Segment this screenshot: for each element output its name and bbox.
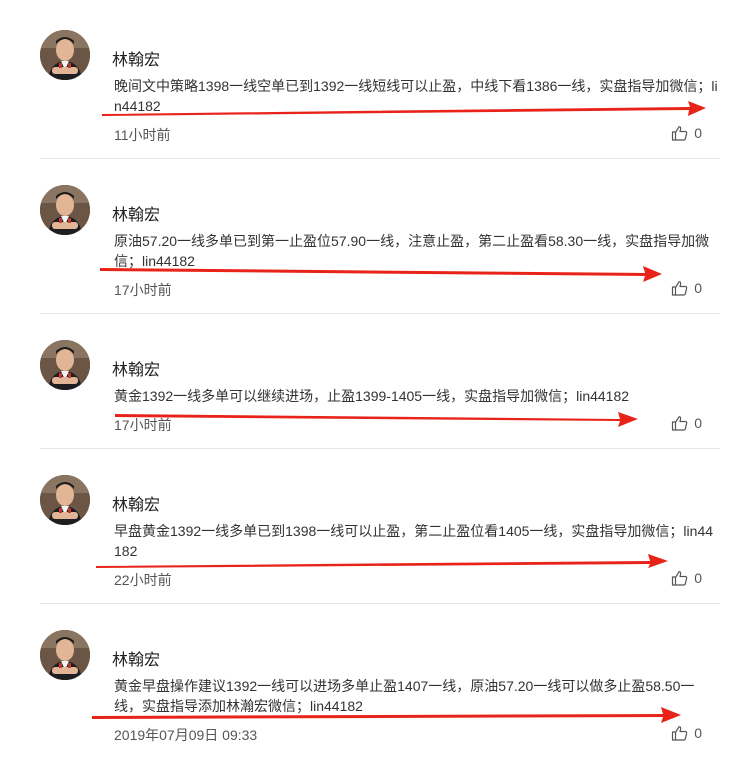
author-name[interactable]: 林翰宏 (112, 46, 160, 70)
like-button[interactable]: 0 (671, 415, 702, 431)
comment-time: 17小时前 (114, 282, 172, 298)
like-button[interactable]: 0 (671, 725, 702, 741)
divider (40, 158, 720, 159)
like-button[interactable]: 0 (671, 570, 702, 586)
avatar[interactable] (40, 185, 90, 235)
avatar[interactable] (40, 630, 90, 680)
author-name[interactable]: 林翰宏 (112, 491, 160, 515)
comment-time: 22小时前 (114, 572, 172, 588)
avatar[interactable] (40, 475, 90, 525)
like-button[interactable]: 0 (671, 280, 702, 296)
comment-time: 11小时前 (114, 127, 171, 143)
comment-item: 林翰宏 原油57.20一线多单已到第一止盈位57.90一线，注意止盈，第二止盈看… (40, 185, 720, 315)
like-count: 0 (694, 570, 702, 586)
thumbs-up-icon (671, 725, 688, 741)
like-count: 0 (694, 280, 702, 296)
comment-time: 2019年07月09日 09:33 (114, 727, 258, 743)
divider (40, 603, 720, 604)
comment-item: 林翰宏 黄金早盘操作建议1392一线可以进场多单止盈1407一线，原油57.20… (40, 630, 720, 760)
avatar[interactable] (40, 30, 90, 80)
thumbs-up-icon (671, 125, 688, 141)
comment-text: 黄金早盘操作建议1392一线可以进场多单止盈1407一线，原油57.20一线可以… (114, 678, 695, 714)
comment-text: 原油57.20一线多单已到第一止盈位57.90一线，注意止盈，第二止盈看58.3… (114, 233, 710, 269)
comment-text: 晚间文中策略1398一线空单已到1392一线短线可以止盈，中线下看1386一线，… (114, 78, 718, 114)
thumbs-up-icon (671, 280, 688, 296)
comment-item: 林翰宏 早盘黄金1392一线多单已到1398一线可以止盈，第二止盈位看1405一… (40, 475, 720, 605)
author-name[interactable]: 林翰宏 (112, 356, 160, 380)
comment-feed: 林翰宏 晚间文中策略1398一线空单已到1392一线短线可以止盈，中线下看138… (0, 0, 750, 765)
comment-item: 林翰宏 黄金1392一线多单可以继续进场，止盈1399-1405一线，实盘指导加… (40, 340, 720, 450)
comment-text: 黄金1392一线多单可以继续进场，止盈1399-1405一线，实盘指导加微信；l… (114, 388, 630, 404)
author-name[interactable]: 林翰宏 (112, 201, 160, 225)
divider (40, 313, 720, 314)
comment-text: 早盘黄金1392一线多单已到1398一线可以止盈，第二止盈位看1405一线，实盘… (114, 523, 714, 559)
divider (40, 448, 720, 449)
comment-item: 林翰宏 晚间文中策略1398一线空单已到1392一线短线可以止盈，中线下看138… (40, 30, 720, 160)
like-button[interactable]: 0 (671, 125, 702, 141)
author-name[interactable]: 林翰宏 (112, 646, 160, 670)
like-count: 0 (694, 125, 702, 141)
avatar[interactable] (40, 340, 90, 390)
comment-time: 17小时前 (114, 417, 172, 433)
like-count: 0 (694, 725, 702, 741)
thumbs-up-icon (671, 415, 688, 431)
like-count: 0 (694, 415, 702, 431)
thumbs-up-icon (671, 570, 688, 586)
